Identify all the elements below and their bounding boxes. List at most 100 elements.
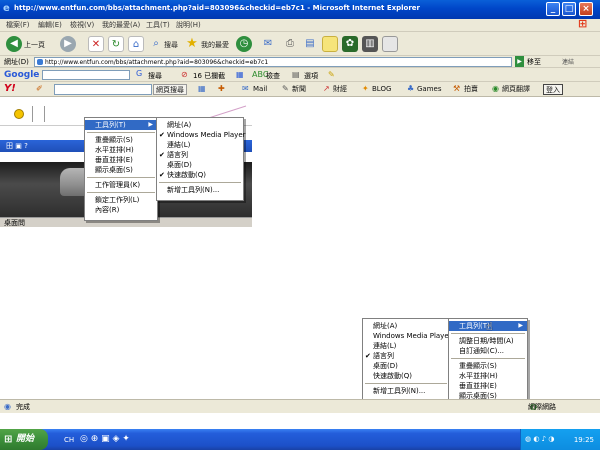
translate-button[interactable]: 網頁翻譯 — [502, 84, 530, 95]
menu-favorites[interactable]: 我的最愛(A) — [102, 20, 140, 30]
menu-edit[interactable]: 編輯(E) — [38, 20, 62, 30]
menu-item[interactable]: 水平並排(H) — [85, 145, 157, 155]
menu-item[interactable]: 網址(A) — [363, 321, 449, 331]
menu-item[interactable]: 新增工具列(N)... — [157, 185, 243, 195]
login-button[interactable]: 登入 — [543, 84, 563, 95]
google-search-input[interactable] — [42, 70, 130, 80]
yahoo-search-input[interactable] — [54, 84, 152, 95]
favorites-label[interactable]: 我的最愛 — [201, 40, 229, 50]
menu-item[interactable]: 自訂通知(C)... — [449, 346, 527, 356]
edit-icon[interactable]: ▤ — [302, 36, 318, 52]
menu-item-label: 自訂通知(C)... — [459, 347, 505, 355]
finance-icon: ↗ — [323, 84, 330, 93]
popup-blocker-icon: ⊘ — [181, 70, 188, 79]
options-button[interactable]: 選項 — [304, 71, 318, 81]
discuss-icon[interactable] — [322, 36, 338, 52]
menu-item[interactable]: 重疊顯示(S) — [449, 361, 527, 371]
hand-cursor-icon: ☝ — [486, 320, 493, 333]
highlight-pen-icon[interactable]: ✎ — [328, 70, 335, 79]
search-icon[interactable]: ⌕ — [148, 36, 164, 52]
menu-help[interactable]: 說明(H) — [176, 20, 201, 30]
research-icon[interactable] — [382, 36, 398, 52]
menu-item[interactable]: 重疊顯示(S) — [85, 135, 157, 145]
links-label[interactable]: 連結 — [562, 57, 574, 66]
clock[interactable]: 19:25 — [574, 436, 594, 444]
menu-item-label: 水平並排(H) — [95, 146, 134, 154]
menu-item[interactable]: 網址(A) — [157, 120, 243, 130]
messenger-icon[interactable]: ✿ — [342, 36, 358, 52]
menu-item[interactable]: 內容(R) — [85, 205, 157, 215]
menu-item[interactable]: 連結(L) — [157, 140, 243, 150]
pen-icon[interactable]: ✐ — [36, 84, 43, 93]
print-icon[interactable]: ⎙ — [282, 36, 298, 52]
forward-arrow-icon[interactable]: ▶ — [60, 36, 76, 52]
mail-button[interactable]: Mail — [253, 84, 267, 95]
tray-icons[interactable]: ◍ ◐ ♪ ◑ — [525, 435, 554, 443]
history-icon[interactable]: ◷ — [236, 36, 252, 52]
menu-item[interactable]: 垂直並排(E) — [449, 381, 527, 391]
go-button[interactable]: 移至 — [527, 57, 541, 67]
menu-item-label: 連結(L) — [373, 342, 397, 350]
menu-file[interactable]: 檔案(F) — [6, 20, 30, 30]
maximize-button[interactable]: □ — [562, 2, 576, 16]
yahoo-calendar-icon[interactable]: ▦ — [198, 84, 206, 93]
menu-item-label: 語言列 — [373, 352, 394, 360]
media-icon[interactable]: ▥ — [362, 36, 378, 52]
status-bar: ◉ 完成 ◍ 網際網路 — [0, 399, 600, 413]
menu-item[interactable]: 顯示桌面(S) — [85, 165, 157, 175]
menu-item-label: 顯示桌面(S) — [95, 166, 133, 174]
menu-tools[interactable]: 工具(T) — [146, 20, 170, 30]
minimize-button[interactable]: _ — [546, 2, 560, 16]
menu-item[interactable]: 工作管理員(K) — [85, 180, 157, 190]
google-logo[interactable]: Google — [4, 70, 39, 80]
menu-item[interactable]: 鎖定工作列(L) — [85, 195, 157, 205]
window-title: http://www.entfun.com/bbs/attachment.php… — [14, 4, 420, 12]
auction-button[interactable]: 拍賣 — [464, 84, 478, 95]
web-search-button[interactable]: 網頁搜尋 — [153, 84, 187, 95]
refresh-icon[interactable]: ↻ — [108, 36, 124, 52]
check-button[interactable]: 檢查 — [266, 71, 280, 81]
menu-view[interactable]: 檢視(V) — [70, 20, 94, 30]
menu-item[interactable]: 快速啟動(Q) — [363, 371, 449, 381]
menu-item[interactable]: 連結(L) — [363, 341, 449, 351]
blocked-count[interactable]: 16 已攔截 — [193, 71, 225, 81]
games-button[interactable]: Games — [417, 84, 442, 95]
menu-item[interactable]: 桌面(D) — [157, 160, 243, 170]
google-search-icon[interactable]: G — [136, 69, 142, 78]
menu-item-label: 網址(A) — [167, 121, 192, 129]
yahoo-logo-icon[interactable]: Y! — [4, 83, 16, 94]
news-button[interactable]: 新聞 — [292, 84, 306, 95]
blog-button[interactable]: BLOG — [372, 84, 391, 95]
start-button[interactable]: ⊞ 開始 — [0, 429, 48, 450]
language-indicator[interactable]: CH — [64, 436, 74, 444]
back-label[interactable]: 上一頁 — [24, 40, 45, 50]
menu-item[interactable]: 新增工具列(N)... — [363, 386, 449, 396]
title-bar[interactable]: e http://www.entfun.com/bbs/attachment.p… — [0, 0, 600, 19]
menu-item[interactable]: 調整日期/時間(A) — [449, 336, 527, 346]
menu-item[interactable]: 工具列(T) ▶ — [85, 120, 157, 130]
google-search-button[interactable]: 搜尋 — [148, 71, 162, 81]
menu-item[interactable]: 垂直並排(E) — [85, 155, 157, 165]
mail-icon[interactable]: ✉ — [260, 36, 276, 52]
back-arrow-icon[interactable]: ◀ — [6, 36, 22, 52]
yahoo-plus-icon[interactable]: ✚ — [218, 84, 225, 93]
address-input[interactable]: http://www.entfun.com/bbs/attachment.php… — [34, 57, 512, 67]
menu-item-label: 重疊顯示(S) — [95, 136, 133, 144]
menu-item[interactable]: Windows Media Player — [363, 331, 452, 341]
menu-item[interactable]: ✔ 快速啟動(Q) — [157, 170, 243, 180]
menu-item[interactable]: ✔ 語言列 — [363, 351, 449, 361]
menu-item[interactable]: ✔ 語言列 — [157, 150, 243, 160]
stop-icon[interactable]: ✕ — [88, 36, 104, 52]
menu-separator — [365, 383, 447, 384]
go-arrow-icon[interactable]: ▶ — [515, 56, 524, 67]
quicklaunch-icons[interactable]: ◎ ⊕ ▣ ◈ ✦ — [80, 434, 130, 444]
menu-item[interactable]: ✔ Windows Media Player — [157, 130, 246, 140]
home-icon[interactable]: ⌂ — [128, 36, 144, 52]
toolbars-submenu-2: 網址(A) Windows Media Player 連結(L) ✔ 語言列 桌面(D) 快… — [362, 318, 452, 402]
search-label[interactable]: 搜尋 — [164, 40, 178, 50]
favorites-star-icon[interactable]: ★ — [184, 36, 200, 52]
menu-item[interactable]: 水平並排(H) — [449, 371, 527, 381]
menu-item[interactable]: 桌面(D) — [363, 361, 449, 371]
close-button[interactable]: × — [579, 2, 593, 16]
finance-button[interactable]: 財經 — [333, 84, 347, 95]
